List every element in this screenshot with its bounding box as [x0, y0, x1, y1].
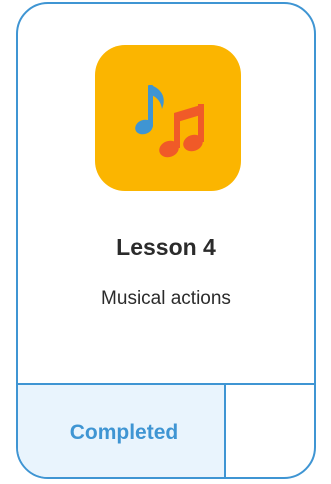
lesson-icon-tile — [95, 45, 241, 191]
lesson-subtitle: Musical actions — [101, 288, 231, 309]
lesson-title: Lesson 4 — [116, 234, 216, 260]
status-badge[interactable]: Completed — [18, 385, 226, 477]
status-label: Completed — [69, 421, 179, 444]
lesson-card[interactable]: Lesson 4 Musical actions Completed — [16, 2, 316, 479]
lesson-footer: Completed — [18, 383, 314, 477]
footer-empty-cell — [226, 385, 314, 477]
music-notes-icon — [135, 85, 204, 158]
